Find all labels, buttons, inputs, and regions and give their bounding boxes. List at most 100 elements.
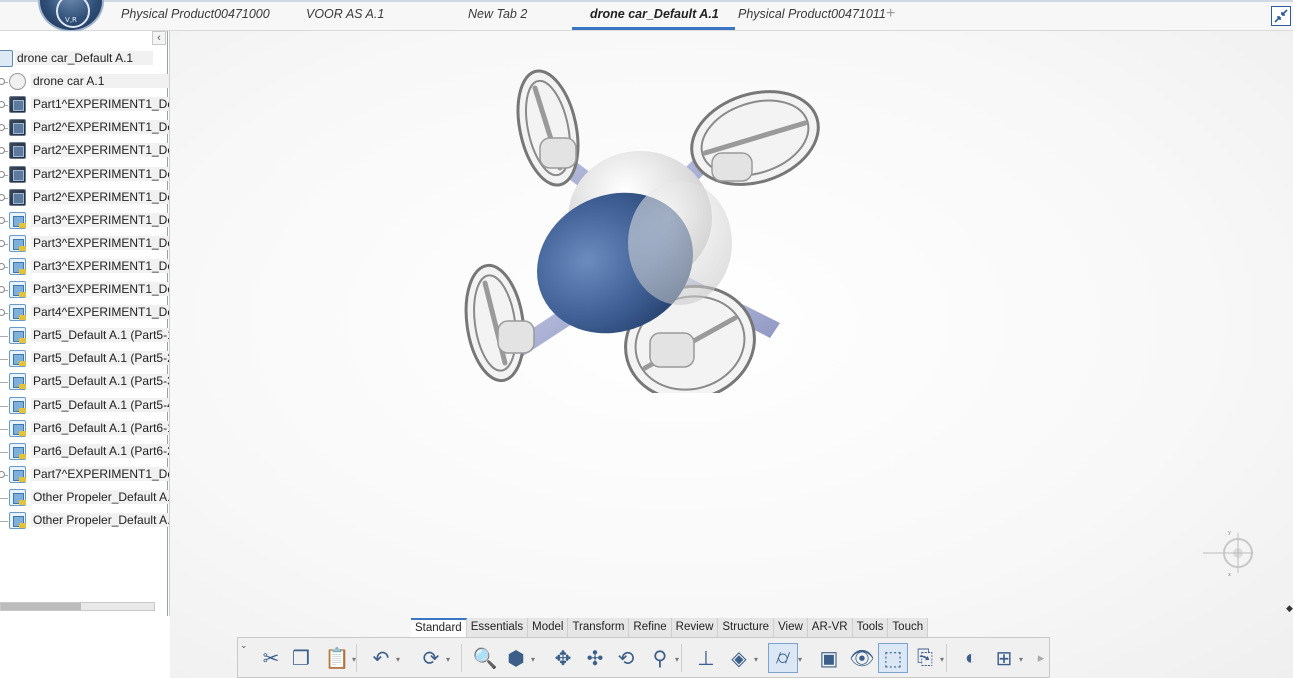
svg-text:x: x — [1228, 572, 1231, 578]
expand-node-toggle[interactable] — [0, 147, 5, 155]
specification-tree: ‹ drone car_Default A.1 drone car A.1 Part… — [0, 31, 170, 616]
more-icon[interactable]: ▸ — [1026, 643, 1056, 673]
section-tab-model[interactable]: Model — [528, 618, 569, 637]
scissors-icon[interactable]: ✂ — [256, 643, 286, 673]
part-light-icon — [9, 211, 26, 229]
toolbar-separator — [681, 644, 682, 672]
add-tab-button[interactable]: + — [886, 5, 895, 23]
section-tab-standard[interactable]: Standard — [411, 618, 467, 637]
dropdown-arrow-icon[interactable]: ▾ — [531, 655, 535, 664]
expand-node-toggle[interactable] — [0, 216, 5, 224]
expand-node-toggle[interactable] — [0, 262, 5, 270]
capture-icon[interactable]: ⎘ — [910, 643, 940, 673]
expand-node-toggle[interactable] — [0, 470, 5, 478]
assembly-root-icon — [0, 50, 13, 67]
section-tab-review[interactable]: Review — [671, 618, 719, 637]
dropdown-arrow-icon[interactable]: ▾ — [446, 655, 450, 664]
part-light-icon — [9, 350, 26, 368]
scrollbar-thumb[interactable] — [1, 603, 81, 610]
tree-node-label: Part2^EXPERIMENT1_Def: — [31, 143, 169, 158]
action-bar-menu-button[interactable]: ⌄ — [240, 640, 248, 651]
expand-node-toggle[interactable] — [0, 309, 5, 317]
section-tab-essentials[interactable]: Essentials — [466, 618, 529, 637]
update-icon[interactable]: ⟳ — [416, 643, 446, 673]
axis-compass-icon[interactable]: y x — [1198, 528, 1258, 588]
undo-icon[interactable]: ↶ — [366, 643, 396, 673]
tree-node-label: Part3^EXPERIMENT1_Def: — [31, 282, 169, 296]
part-light-icon — [9, 396, 26, 414]
section-tab-refine[interactable]: Refine — [629, 618, 672, 637]
section-tab-ar-vr[interactable]: AR-VR — [807, 618, 853, 637]
dropdown-arrow-icon[interactable]: ▾ — [754, 655, 758, 664]
section-tab-structure[interactable]: Structure — [718, 618, 775, 637]
expand-node-toggle[interactable] — [0, 124, 5, 132]
tab-physical-product-00471000[interactable]: Physical Product00471000 — [121, 7, 270, 29]
part-light-icon — [9, 419, 26, 437]
expand-node-toggle[interactable] — [0, 78, 5, 86]
toolbar-separator — [461, 644, 462, 672]
dropdown-arrow-icon[interactable]: ▾ — [675, 655, 679, 664]
drone-model-render[interactable] — [450, 53, 830, 393]
collapse-right-arrow-icon[interactable]: ◆ — [1286, 603, 1293, 614]
3d-viewport[interactable]: y x ◆ — [170, 31, 1293, 678]
tree-node-label: Other Propeler_Default A. — [31, 513, 169, 527]
tree-connector-line — [0, 451, 8, 453]
tree-node-label: Part7^EXPERIMENT1_Def: — [31, 466, 169, 481]
section-tab-transform[interactable]: Transform — [568, 618, 630, 637]
expand-node-toggle[interactable] — [0, 101, 5, 109]
shrink-arrows-icon — [1274, 9, 1288, 23]
document-tab-bar: V,R Physical Product00471000 VOOR AS A.1… — [0, 0, 1293, 32]
zoom-icon[interactable]: 🔍 — [470, 643, 500, 673]
pan-icon[interactable]: ✣ — [580, 643, 610, 673]
hide-show-icon[interactable]: 👁 — [847, 643, 877, 673]
tree-connector-line — [0, 405, 8, 407]
view-cube-icon[interactable]: ⬢ — [501, 643, 531, 673]
tree-node-label: drone car A.1 — [31, 74, 169, 89]
dropdown-arrow-icon[interactable]: ▾ — [940, 655, 944, 664]
ambiance-icon[interactable]: ◐ — [956, 643, 986, 673]
paste-icon[interactable]: 📋 — [322, 643, 352, 673]
dropdown-arrow-icon[interactable]: ▾ — [396, 655, 400, 664]
normal-view-icon[interactable]: ⊥ — [691, 643, 721, 673]
tree-node-label: Part5_Default A.1 (Part5-1 — [31, 328, 169, 343]
dropdown-arrow-icon[interactable]: ▾ — [798, 655, 802, 664]
layout-icon[interactable]: ⊞ — [989, 643, 1019, 673]
expand-node-toggle[interactable] — [0, 239, 5, 247]
part-dark-icon — [9, 188, 26, 206]
tab-voor-as[interactable]: VOOR AS A.1 — [306, 7, 384, 29]
restore-window-button[interactable] — [1271, 6, 1291, 26]
tab-drone-car[interactable]: drone car_Default A.1 — [572, 7, 735, 30]
expand-node-toggle[interactable] — [0, 193, 5, 201]
fit-all-icon[interactable]: ✥ — [548, 643, 578, 673]
select-icon[interactable]: ⬚ — [878, 643, 908, 673]
part-light-icon — [9, 234, 26, 252]
part-light-icon — [9, 512, 26, 529]
tab-physical-product-00471011[interactable]: Physical Product00471011 — [738, 7, 886, 29]
section-tab-view[interactable]: View — [774, 618, 808, 637]
part-dark-icon — [9, 165, 26, 183]
cylinder-view-icon[interactable]: ⌭ — [768, 643, 798, 673]
render-style-icon[interactable]: ◈ — [724, 643, 754, 673]
compass-logo-icon[interactable]: V,R — [38, 0, 104, 32]
section-tab-touch[interactable]: Touch — [888, 618, 929, 637]
action-bar-sections: Standard Essentials Model Transform Refine Re… — [411, 618, 929, 637]
dropdown-arrow-icon[interactable]: ▾ — [1019, 655, 1023, 664]
rotate-icon[interactable]: ⟲ — [611, 643, 641, 673]
section-tab-tools[interactable]: Tools — [852, 618, 889, 637]
tree-horizontal-scrollbar[interactable] — [0, 602, 155, 611]
collapse-tree-button[interactable]: ‹ — [152, 31, 166, 45]
tree-node-label: Part5_Default A.1 (Part5-4 — [31, 397, 169, 412]
expand-node-toggle[interactable] — [0, 286, 5, 293]
tree-node-label: Part2^EXPERIMENT1_Def: — [31, 189, 169, 204]
part-light-icon — [9, 465, 26, 483]
part-dark-icon — [9, 119, 26, 137]
part-light-icon — [9, 281, 26, 298]
part-light-icon — [9, 488, 26, 506]
zoom-area-icon[interactable]: ⚲ — [645, 643, 675, 673]
tree-connector-line — [0, 521, 8, 522]
copy-icon[interactable]: ❐ — [286, 643, 316, 673]
tab-new-tab-2[interactable]: New Tab 2 — [468, 7, 527, 29]
shaded-view-icon[interactable]: ▣ — [814, 643, 844, 673]
expand-node-toggle[interactable] — [0, 170, 5, 178]
tree-node-label: Part3^EXPERIMENT1_Def: — [31, 258, 169, 273]
